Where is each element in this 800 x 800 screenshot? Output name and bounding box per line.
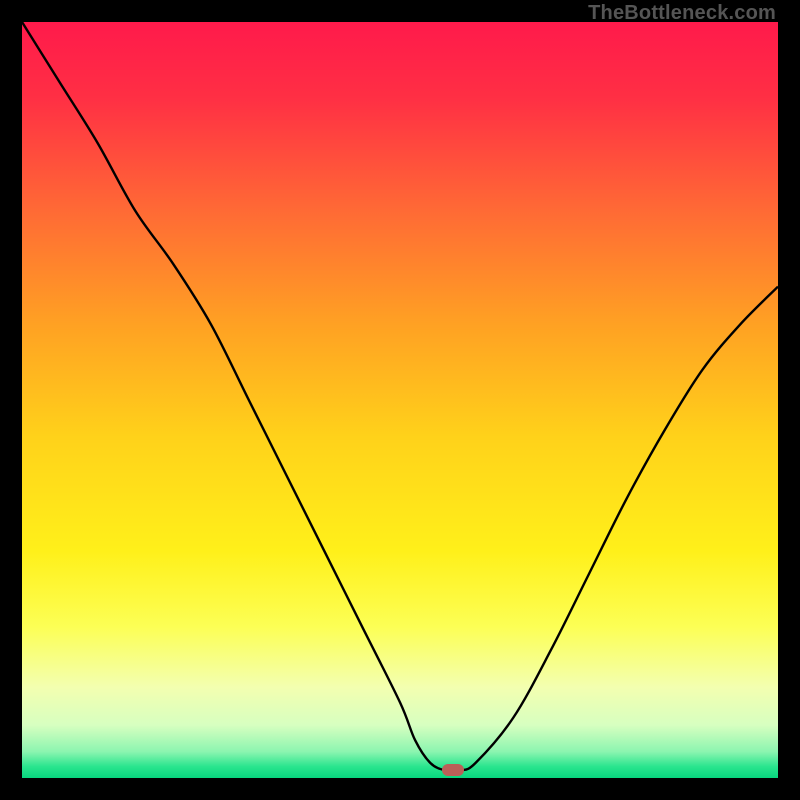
watermark-text: TheBottleneck.com [588, 2, 776, 24]
plot-area [22, 22, 778, 778]
bottleneck-curve [22, 22, 778, 778]
chart-frame: TheBottleneck.com [0, 0, 800, 800]
optimal-point-marker [442, 764, 464, 776]
